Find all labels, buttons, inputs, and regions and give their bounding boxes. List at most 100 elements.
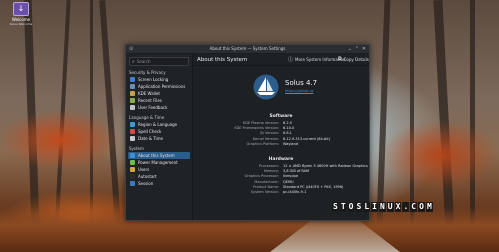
info-key: KDE Plasma Version: (242, 121, 279, 125)
main-header: About this System ⓘ More System Informat… (193, 54, 369, 66)
software-heading: Software (269, 114, 293, 119)
sidebar-item[interactable]: KDE Wallet (128, 90, 190, 97)
watermark-letter: T (339, 202, 347, 212)
sidebar-item[interactable]: Application Permissions (128, 83, 190, 90)
info-key: Kernel Version: (252, 136, 279, 141)
more-info-button[interactable]: ⓘ More System Information (288, 56, 346, 63)
info-key: Graphics Platform: (246, 141, 279, 146)
sidebar-item-label: Region & Language (138, 122, 178, 127)
sidebar-item[interactable]: Power Management (128, 159, 190, 166)
info-value: 6.10.0 (283, 126, 295, 131)
sidebar-item-icon (130, 129, 135, 134)
info-key: System Version: (250, 190, 279, 194)
watermark-letter: O (347, 202, 355, 212)
sidebar-item-label: Screen Locking (138, 77, 169, 82)
watermark-letter: N (378, 202, 386, 212)
sidebar-item[interactable]: Session (128, 180, 190, 187)
copy-details-label: Copy Details (343, 56, 369, 62)
sidebar-item-label: Autostart (138, 174, 157, 179)
sidebar-item[interactable]: Users (128, 166, 190, 173)
info-key: Manufacturer: (254, 179, 279, 184)
page-title: About this System (197, 56, 248, 63)
info-row: Graphics Platform: Wayland (193, 142, 369, 147)
sidebar-item-icon (130, 153, 135, 158)
info-value: 6.2.5 (283, 121, 292, 125)
info-icon: ⓘ (288, 57, 294, 63)
watermark-letter: U (386, 202, 394, 212)
sidebar-item-label: Recent Files (138, 98, 162, 103)
sidebar-item[interactable]: Date & Time (128, 135, 190, 142)
info-value: Standard PC (i440FX + PIIX, 1996) (283, 184, 344, 189)
info-key: Qt Version: (259, 131, 279, 136)
sidebar-item[interactable]: Region & Language (128, 121, 190, 128)
search-icon: ⌕ (132, 58, 135, 65)
info-key: Graphics Processor: (244, 174, 279, 179)
watermark-letter: I (371, 202, 378, 212)
sidebar-item-label: Application Permissions (138, 84, 186, 89)
watermark-letter: X (394, 202, 402, 212)
main-panel: About this System ⓘ More System Informat… (193, 54, 369, 220)
desktop-icon-sub: Solus Welcome (9, 22, 33, 26)
product-link[interactable]: https://getsol.us (285, 89, 313, 93)
desktop-welcome-icon[interactable]: ↓ Welcome Solus Welcome (4, 2, 38, 26)
sidebar-item[interactable]: Screen Locking (128, 76, 190, 83)
info-key: Memory: (263, 169, 279, 174)
sidebar-item-label: Date & Time (138, 136, 164, 141)
info-key: Processors: (259, 164, 279, 168)
sidebar-item[interactable]: User Feedback (128, 104, 190, 111)
window-title: About this System — System Settings (209, 46, 286, 51)
sidebar-item-icon (130, 136, 135, 141)
hardware-heading: Hardware (268, 157, 294, 162)
info-value: QEMU (283, 179, 294, 184)
info-key: KDE Frameworks Version: (234, 126, 279, 131)
info-row: System Version: pc-i440fx-9.1 (193, 190, 369, 195)
search-field[interactable]: ⌕ Search (129, 57, 189, 66)
minimize-icon[interactable]: ⌄ (348, 46, 352, 52)
sidebar: ⌕ Search Security & Privacy Screen Lockin… (126, 54, 193, 220)
sidebar-item-icon (130, 91, 135, 96)
install-icon: ↓ (13, 2, 29, 16)
sidebar-item-icon (130, 98, 135, 103)
sidebar-item-label: KDE Wallet (138, 91, 160, 96)
sidebar-item-icon (130, 77, 135, 82)
info-value: 6.8.1 (283, 131, 292, 136)
info-value: llvmpipe (283, 174, 298, 179)
sidebar-section-heading: Security & Privacy (129, 70, 166, 75)
sidebar-item-label: About this System (138, 153, 175, 158)
sidebar-item-icon (130, 122, 135, 127)
info-value: 3,8 GiB of RAM (283, 169, 310, 174)
watermark-letter: O (418, 202, 425, 212)
watermark-letter: . (402, 202, 410, 212)
copy-details-button[interactable]: ⧉ Copy Details (338, 56, 369, 62)
info-value: Wayland (283, 141, 299, 146)
sidebar-item[interactable]: About this System (128, 152, 190, 159)
solus-logo-icon (253, 74, 279, 100)
sidebar-item-icon (130, 181, 135, 186)
watermark-letter: S (332, 202, 339, 212)
sidebar-section-heading: Language & Time (129, 115, 165, 120)
sidebar-item-label: Users (138, 167, 150, 172)
watermark-letter: L (363, 202, 371, 212)
info-key: Product Name: (253, 184, 279, 189)
sidebar-item-label: Session (138, 181, 154, 186)
watermark-letter: S (355, 202, 363, 212)
sidebar-item-icon (130, 174, 135, 179)
sidebar-item-icon (130, 105, 135, 110)
copy-icon: ⧉ (338, 56, 342, 62)
maximize-icon[interactable]: ⌃ (355, 46, 359, 52)
sidebar-item-icon (130, 160, 135, 165)
sidebar-item[interactable]: Spell Check (128, 128, 190, 135)
sidebar-item[interactable]: Recent Files (128, 97, 190, 104)
info-value: pc-i440fx-9.1 (283, 190, 307, 194)
product-name: Solus 4.7 (285, 79, 318, 87)
title-bar[interactable]: ⊙ About this System — System Settings ⌄ … (126, 45, 369, 54)
watermark-letter: M (425, 202, 433, 212)
watermark: STOSLINUX.COM (332, 202, 433, 212)
system-settings-window: ⊙ About this System — System Settings ⌄ … (125, 44, 370, 221)
sidebar-item[interactable]: Autostart (128, 173, 190, 180)
sidebar-item-label: User Feedback (138, 105, 168, 110)
sidebar-item-label: Power Management (138, 160, 178, 165)
sidebar-section-heading: System (129, 146, 144, 151)
close-icon[interactable]: ✕ (362, 46, 366, 52)
info-value: 12 × AMD Ryzen 5 4600H with Radeon Graph… (283, 164, 368, 168)
